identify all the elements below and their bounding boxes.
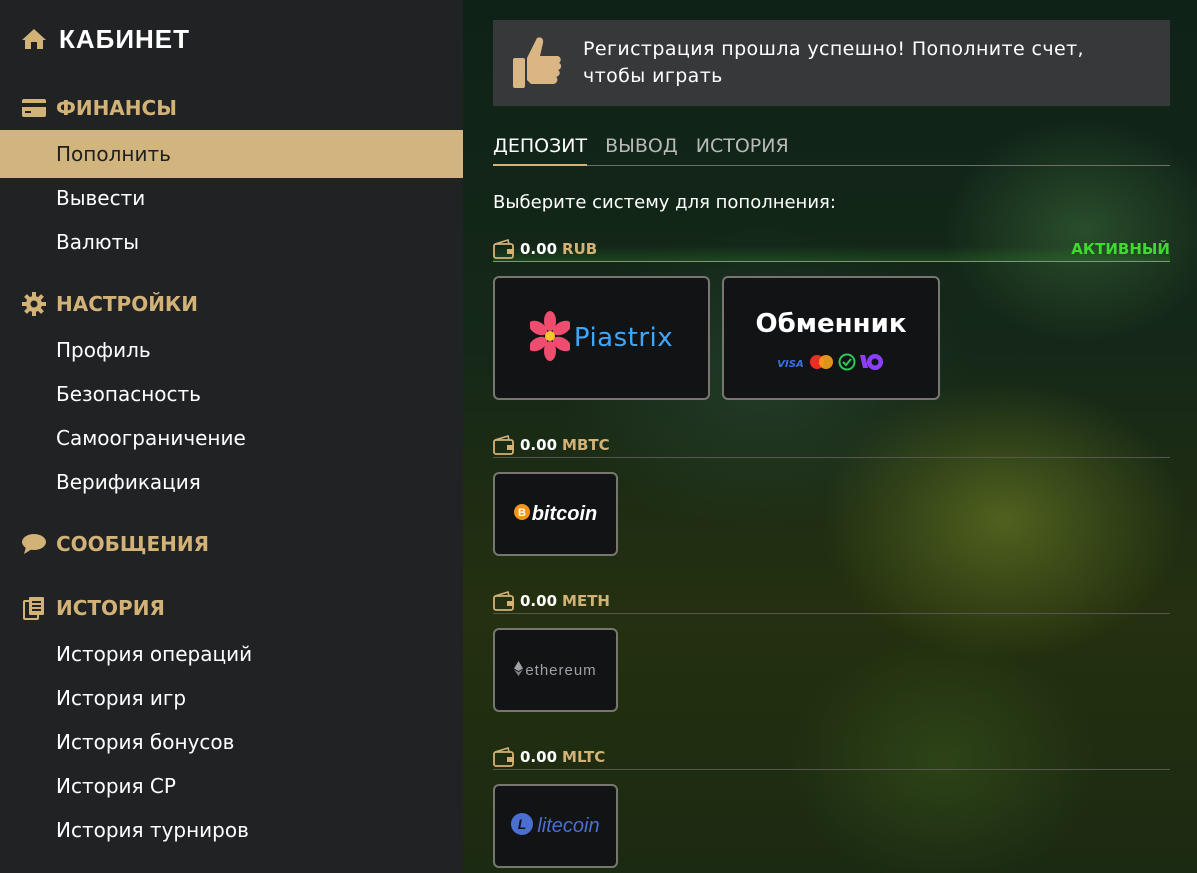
tab-history[interactable]: ИСТОРИЯ [696,130,789,166]
sidebar-item-withdraw[interactable]: Вывести [0,174,463,222]
wallet-icon [493,746,515,767]
exchanger-badges: VISA [777,353,884,375]
success-notice: Регистрация прошла успешно! Пополните сч… [493,20,1170,106]
credit-card-icon [21,96,47,120]
mastercard-icon [809,354,835,374]
wallet-icon [493,434,515,455]
tabs: ДЕПОЗИТ ВЫВОД ИСТОРИЯ [493,130,1170,166]
wallet-amount: 0.00 [520,747,558,766]
gear-icon [21,292,47,316]
section-messages-label: СООБЩЕНИЯ [56,532,209,556]
section-messages[interactable]: СООБЩЕНИЯ [21,529,209,559]
sidebar-item-currencies[interactable]: Валюты [0,218,463,266]
cabinet-title: КАБИНЕТ [21,22,190,56]
piastrix-flower-icon [528,311,572,365]
wallet-currency: METH [562,591,610,610]
choose-system-label: Выберите систему для пополнения: [493,192,836,213]
cabinet-title-label: КАБИНЕТ [59,23,191,54]
wallet-amount: 0.00 [520,591,558,610]
bitcoin-icon: B [513,504,530,524]
section-finances: ФИНАНСЫ [21,93,177,123]
section-settings: НАСТРОЙКИ [21,289,198,319]
wallet-row-meth: 0.00 METH [493,588,1170,614]
payment-litecoin[interactable]: L litecoin [493,784,618,868]
litecoin-label: litecoin [537,814,600,837]
bitcoin-label: bitcoin [531,502,598,525]
wallet-row-mbtc: 0.00 MBTC [493,432,1170,458]
svg-text:L: L [518,816,527,832]
payment-bitcoin[interactable]: B bitcoin [493,472,618,556]
sidebar-item-deposit[interactable]: Пополнить [0,130,463,178]
sidebar-item-profile[interactable]: Профиль [0,326,463,374]
wallet-currency: RUB [562,239,598,258]
section-history-label: ИСТОРИЯ [56,596,165,620]
payment-ethereum[interactable]: ethereum [493,628,618,712]
wallet-icon [493,590,515,611]
wallet-row-mltc: 0.00 MLTC [493,744,1170,770]
ethereum-label: ethereum [525,661,597,679]
sidebar-item-cp-history[interactable]: История СР [0,762,463,810]
main-content: Регистрация прошла успешно! Пополните сч… [463,0,1197,873]
payment-exchanger[interactable]: Обменник VISA [722,276,940,400]
wallet-row-rub: 0.00 RUB АКТИВНЫЙ [493,236,1170,262]
sidebar-item-games-history[interactable]: История игр [0,674,463,722]
section-finances-label: ФИНАНСЫ [56,96,177,120]
documents-icon [21,596,47,620]
sidebar-item-tournament-history[interactable]: История турниров [0,806,463,854]
chat-bubble-icon [21,532,47,556]
piastrix-label: Piastrix [573,323,674,353]
sidebar: КАБИНЕТ ФИНАНСЫ Пополнить Вывести Валюты… [0,0,463,873]
visa-icon: VISA [777,358,804,370]
sidebar-item-bonus-history[interactable]: История бонусов [0,718,463,766]
sidebar-item-self-limit[interactable]: Самоограничение [0,414,463,462]
yoomoney-icon [859,353,885,375]
litecoin-icon: L [511,813,534,839]
wallet-currency: MLTC [562,747,606,766]
sidebar-item-verification[interactable]: Верификация [0,458,463,506]
notice-message: Регистрация прошла успешно! Пополните сч… [583,38,1084,87]
svg-text:B: B [518,507,526,519]
check-circle-icon [838,353,856,375]
exchanger-label: Обменник [755,309,907,339]
thumbs-up-icon [511,34,563,92]
home-icon [21,27,47,51]
wallet-icon [493,238,515,259]
wallet-amount: 0.00 [520,239,558,258]
wallet-amount: 0.00 [520,435,558,454]
sidebar-item-operations-history[interactable]: История операций [0,630,463,678]
tab-deposit[interactable]: ДЕПОЗИТ [493,130,588,166]
wallet-currency: MBTC [562,435,610,454]
section-settings-label: НАСТРОЙКИ [56,292,199,316]
sidebar-item-security[interactable]: Безопасность [0,370,463,418]
ethereum-icon [514,660,524,680]
section-history: ИСТОРИЯ [21,593,165,623]
wallet-status: АКТИВНЫЙ [1071,239,1170,258]
payment-piastrix[interactable]: Piastrix [493,276,710,400]
tab-withdraw[interactable]: ВЫВОД [605,130,678,166]
